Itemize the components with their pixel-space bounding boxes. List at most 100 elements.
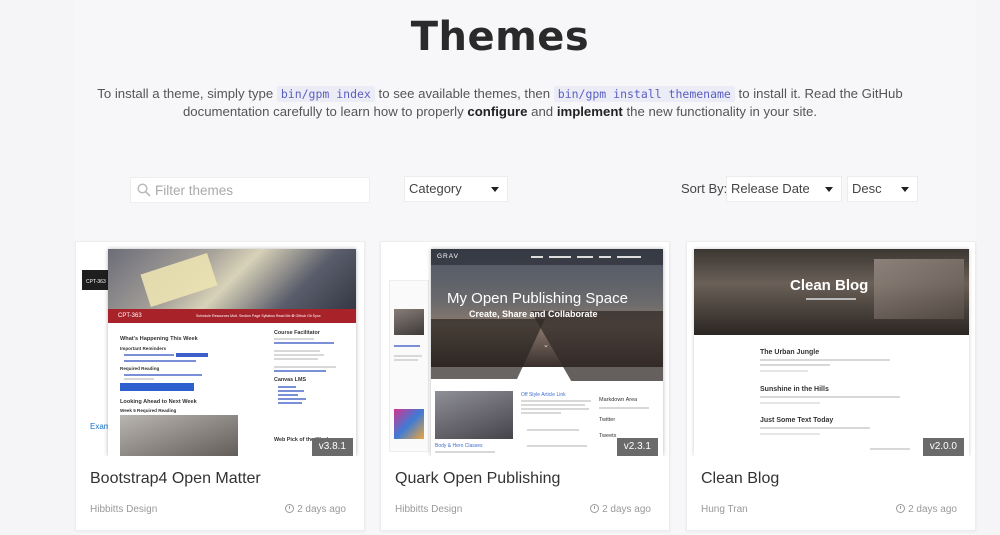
theme-name[interactable]: Bootstrap4 Open Matter	[90, 470, 261, 488]
preview-line	[124, 360, 196, 362]
preview-line	[274, 366, 336, 368]
preview-text: What's Happening This Week	[120, 336, 198, 342]
preview-line	[274, 342, 334, 344]
sort-by-select[interactable]: Release Date	[726, 176, 842, 202]
preview-text: Twitter	[599, 417, 616, 423]
preview-line	[599, 256, 611, 258]
preview-line	[617, 256, 641, 258]
intro-text: documentation carefully to learn how to …	[182, 104, 464, 119]
preview-line	[760, 370, 808, 372]
preview-line	[274, 354, 324, 356]
sort-order-select[interactable]: Desc	[847, 176, 918, 202]
chevron-down-icon	[825, 187, 833, 192]
theme-updated: 2 days ago	[285, 504, 346, 515]
chevron-down-icon	[901, 187, 909, 192]
preview-text: Sunshine in the Hills	[760, 386, 829, 393]
intro-text: to see available themes, then	[378, 86, 551, 101]
intro-text: and	[531, 104, 554, 119]
preview-text: CPT-363	[86, 279, 106, 285]
preview-screenshot: CPT-363 Schedule Resources Mult. Section…	[108, 249, 356, 456]
preview-text: Body & Hero Classes	[435, 443, 483, 449]
theme-updated-text: 2 days ago	[908, 504, 957, 515]
preview-line	[278, 398, 306, 400]
preview-hero-image	[874, 259, 964, 319]
page-title: Themes	[410, 14, 590, 60]
preview-line	[760, 433, 820, 435]
preview-image	[394, 409, 424, 439]
preview-line	[870, 448, 910, 450]
theme-preview-image[interactable]: CPT-363 Examp CPT-363 Schedule Resources…	[76, 242, 364, 456]
theme-card-quark-open-publishing[interactable]: GRAV My Open Publishing Space Create, Sh…	[380, 241, 670, 531]
preview-text: Required Reading	[120, 366, 160, 371]
preview-screenshot: Clean Blog The Urban Jungle Sunshine in …	[694, 249, 969, 456]
preview-line	[760, 402, 820, 404]
preview-image	[394, 309, 424, 335]
preview-text: The Urban Jungle	[760, 349, 820, 356]
theme-preview-image[interactable]: Clean Blog The Urban Jungle Sunshine in …	[687, 242, 975, 456]
preview-line	[531, 256, 543, 258]
theme-author: Hibbitts Design	[90, 504, 158, 515]
preview-line	[521, 400, 591, 402]
theme-card-clean-blog[interactable]: Clean Blog The Urban Jungle Sunshine in …	[686, 241, 976, 531]
clock-icon	[285, 504, 295, 513]
intro-text: to install it. Read the GitHub	[738, 86, 903, 101]
preview-line	[521, 412, 561, 414]
category-select[interactable]: Category	[404, 176, 508, 202]
clock-icon	[590, 504, 600, 513]
preview-line	[274, 338, 314, 340]
preview-line	[124, 378, 154, 380]
preview-badge	[176, 353, 208, 357]
search-icon	[137, 183, 151, 197]
filter-themes-input[interactable]	[155, 178, 365, 202]
intro-bold-implement: implement	[556, 104, 623, 119]
preview-image	[120, 415, 238, 456]
preview-text: Important Reminders	[120, 346, 167, 351]
preview-line	[599, 407, 649, 409]
page-intro: To install a theme, simply type bin/gpm …	[0, 85, 1000, 121]
theme-author: Hung Tran	[701, 504, 748, 515]
preview-line	[278, 386, 296, 388]
theme-preview-image[interactable]: GRAV My Open Publishing Space Create, Sh…	[381, 242, 669, 456]
preview-text: Canvas LMS	[274, 377, 307, 383]
filter-themes-field[interactable]	[130, 177, 370, 203]
preview-text: Week 5 Required Reading	[120, 408, 177, 413]
preview-line	[274, 358, 318, 360]
preview-line	[394, 355, 422, 357]
intro-text: To install a theme, simply type	[97, 86, 274, 101]
preview-hero-title: My Open Publishing Space	[447, 290, 628, 307]
sort-by-label: Sort By:	[681, 181, 728, 196]
preview-line	[394, 345, 420, 347]
theme-updated: 2 days ago	[896, 504, 957, 515]
preview-line	[760, 396, 900, 398]
theme-author: Hibbitts Design	[395, 504, 463, 515]
preview-line	[435, 451, 495, 453]
intro-text: the new functionality in your site.	[626, 104, 818, 119]
preview-image	[435, 391, 513, 439]
preview-line	[760, 359, 890, 361]
preview-text: Course Facilitator	[274, 330, 320, 336]
preview-line	[760, 427, 870, 429]
theme-updated: 2 days ago	[590, 504, 651, 515]
preview-line	[124, 374, 202, 376]
theme-name[interactable]: Clean Blog	[701, 470, 779, 488]
theme-updated-text: 2 days ago	[297, 504, 346, 515]
theme-updated-text: 2 days ago	[602, 504, 651, 515]
clock-icon	[896, 504, 906, 513]
chevron-down-icon: ⌄	[543, 342, 549, 349]
intro-bold-configure: configure	[467, 104, 528, 119]
preview-line	[549, 256, 571, 258]
preview-line	[760, 364, 830, 366]
version-badge: v2.3.1	[616, 438, 658, 456]
preview-line	[394, 359, 418, 361]
preview-line	[274, 350, 320, 352]
sort-by-value: Release Date	[731, 181, 810, 196]
preview-hero-image	[530, 311, 663, 381]
preview-screenshot: GRAV My Open Publishing Space Create, Sh…	[431, 249, 663, 456]
version-badge: v2.0.0	[922, 438, 964, 456]
preview-text: GRAV	[437, 253, 459, 260]
preview-text: Looking Ahead to Next Week	[120, 399, 197, 405]
theme-card-bootstrap4-open-matter[interactable]: CPT-363 Examp CPT-363 Schedule Resources…	[75, 241, 365, 531]
theme-name[interactable]: Quark Open Publishing	[395, 470, 560, 488]
chevron-down-icon	[491, 187, 499, 192]
preview-line	[124, 354, 174, 356]
